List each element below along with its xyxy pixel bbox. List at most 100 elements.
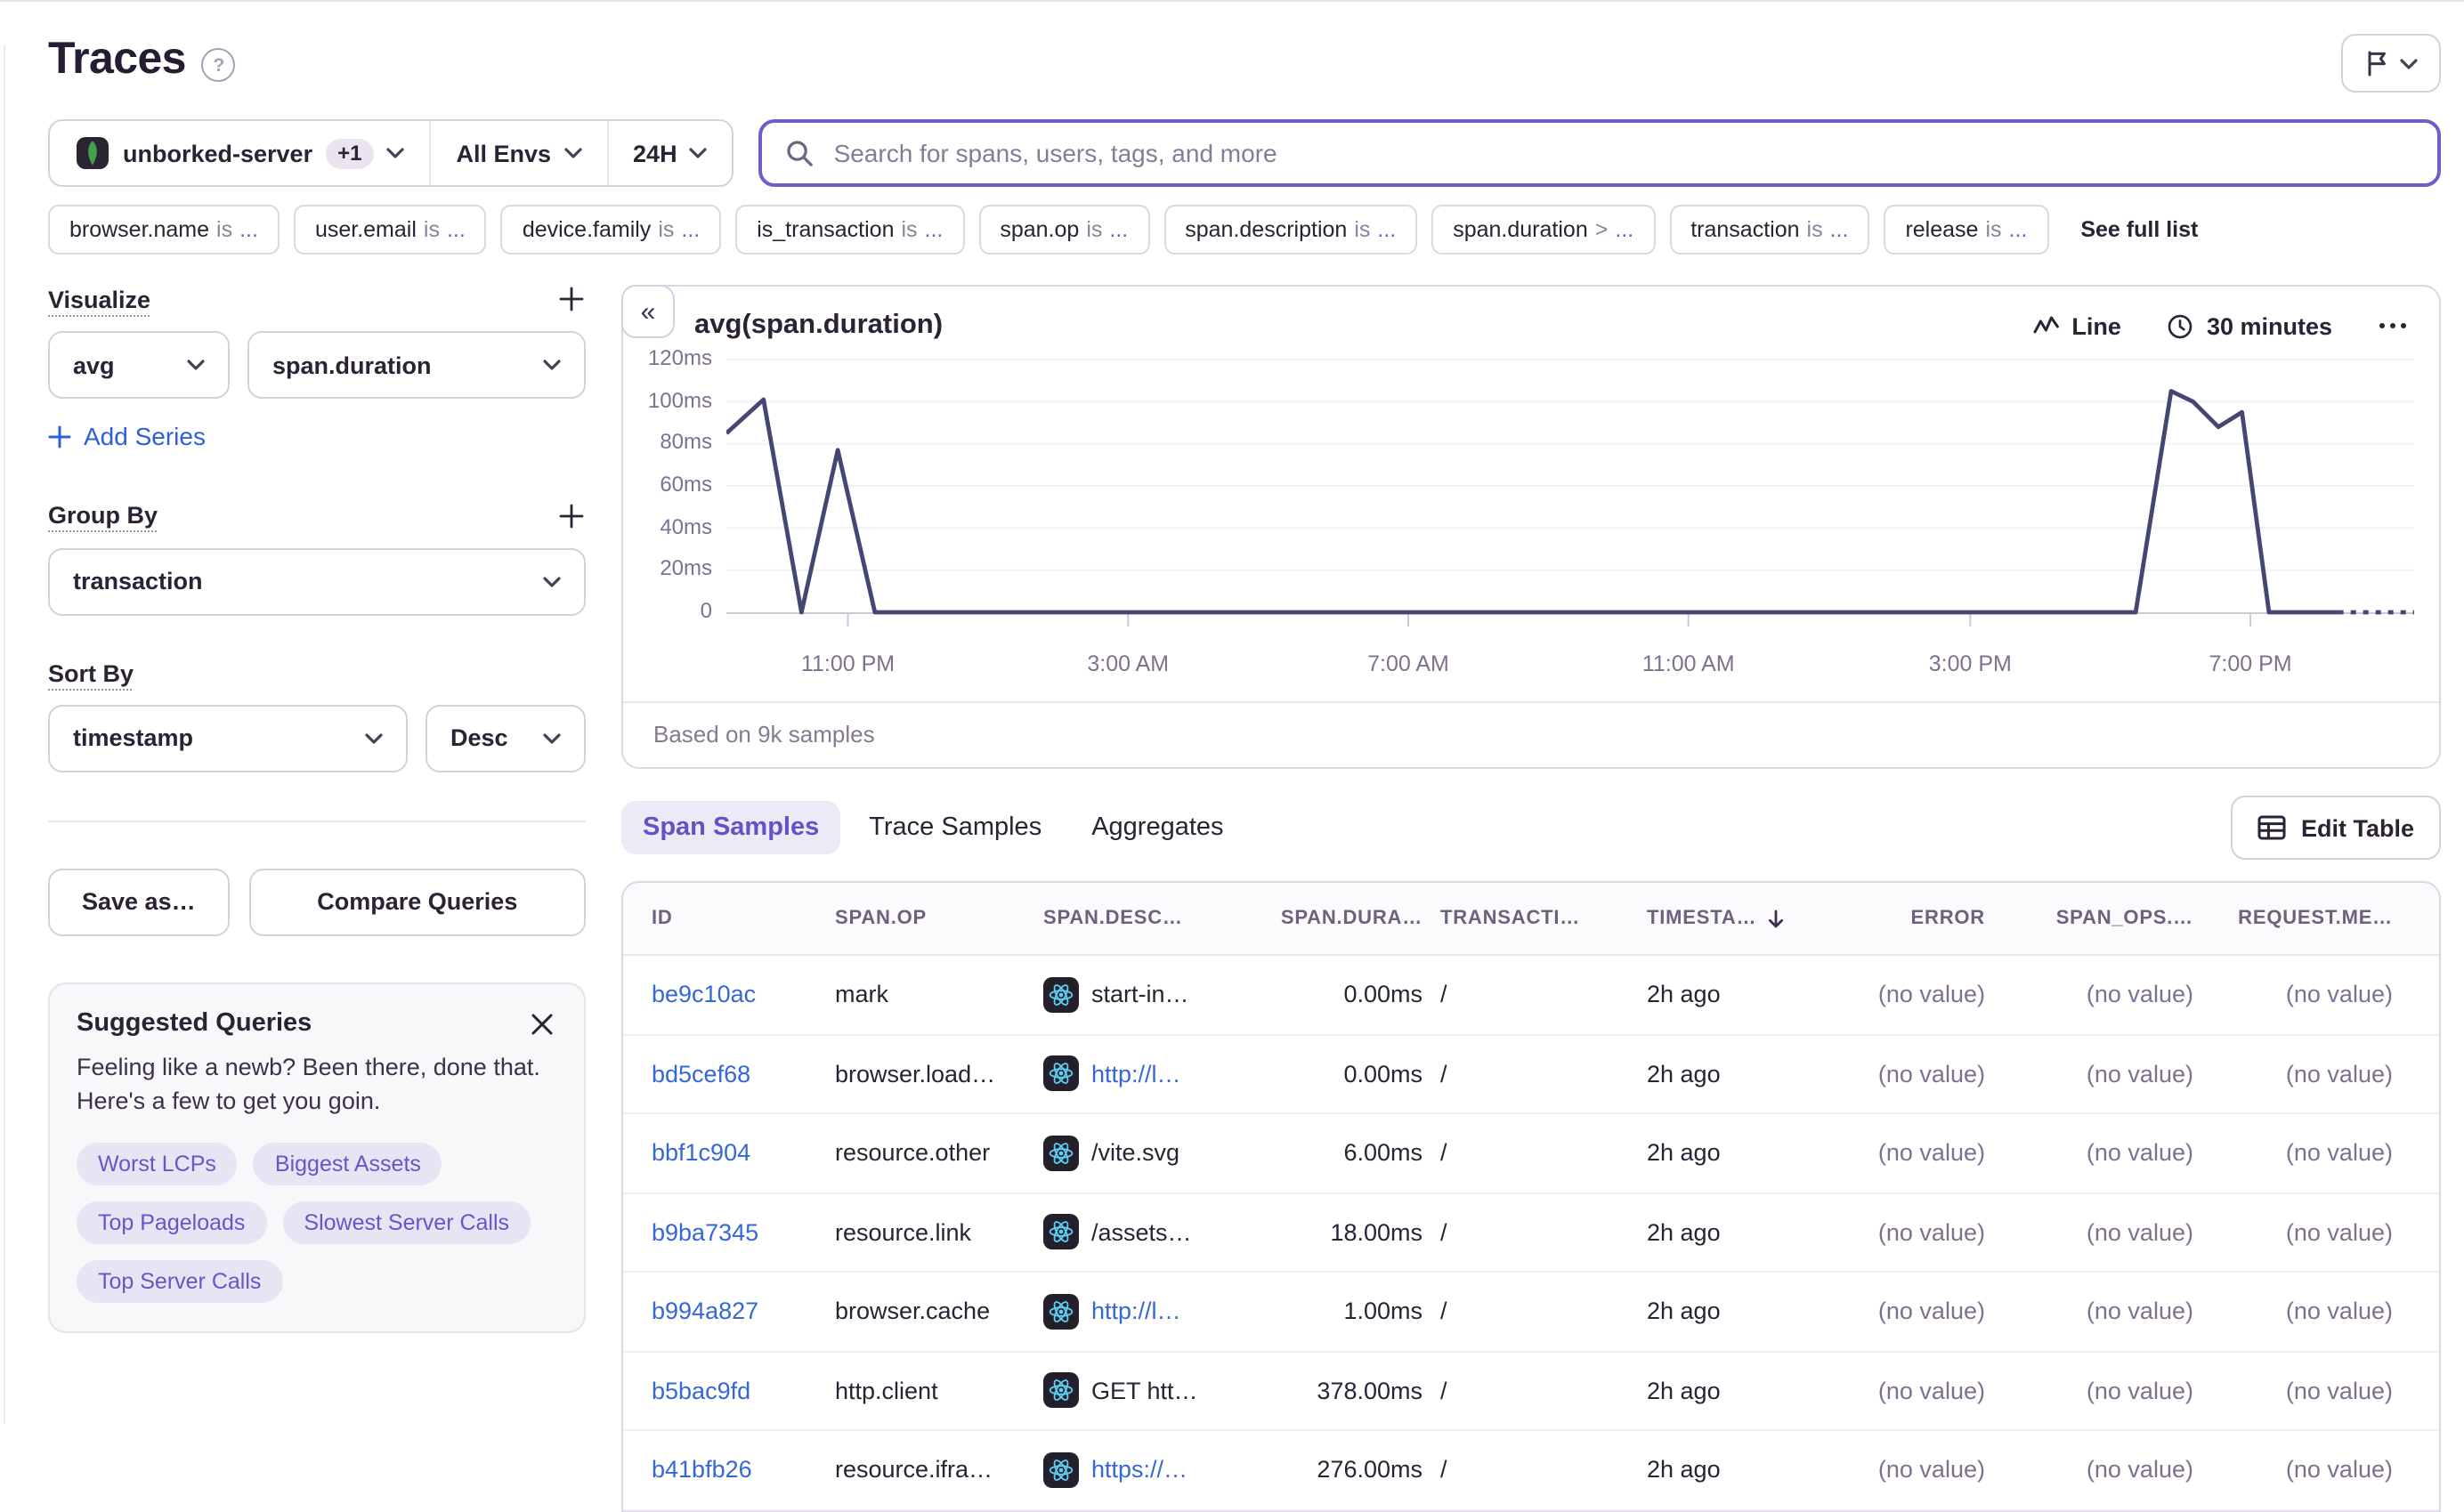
- suggested-query-chip[interactable]: Biggest Assets: [254, 1142, 442, 1185]
- span-description-cell: GET htt…: [1043, 1373, 1280, 1409]
- duration-chart-card: « avg(span.duration) Line 30 minutes: [621, 285, 2441, 769]
- span-description[interactable]: http://l…: [1091, 1061, 1181, 1088]
- close-suggested-button[interactable]: [527, 1008, 557, 1039]
- add-visualize-button[interactable]: [557, 285, 586, 313]
- help-icon[interactable]: ?: [202, 48, 236, 82]
- filter-chip[interactable]: span.descriptionis...: [1163, 205, 1417, 255]
- chevron-down-icon: [563, 148, 581, 158]
- span-id-link[interactable]: be9c10ac: [652, 982, 756, 1008]
- timestamp[interactable]: 2h ago: [1647, 1298, 1721, 1325]
- group-by-select[interactable]: transaction: [48, 547, 586, 615]
- table-row: b994a827browser.cache http://l…1.00ms/2h…: [623, 1273, 2439, 1352]
- add-series-button[interactable]: Add Series: [48, 422, 206, 450]
- y-axis-label: 20ms: [660, 556, 712, 581]
- request-method-cell: (no value): [2211, 982, 2411, 1008]
- chart-interval-button[interactable]: 30 minutes: [2168, 312, 2332, 339]
- environment-selector[interactable]: All Envs: [431, 121, 606, 185]
- span-description[interactable]: http://l…: [1091, 1298, 1181, 1325]
- filter-chip-operator: is: [658, 217, 674, 242]
- feature-flag-button[interactable]: [2341, 34, 2441, 93]
- span-id-link[interactable]: b9ba7345: [652, 1219, 758, 1246]
- timestamp[interactable]: 2h ago: [1647, 1140, 1721, 1167]
- filter-chip[interactable]: is_transactionis...: [735, 205, 964, 255]
- y-axis-label: 40ms: [660, 513, 712, 538]
- column-header-request-me-[interactable]: REQUEST.ME…: [2211, 908, 2411, 929]
- span-description[interactable]: https://…: [1091, 1457, 1187, 1484]
- column-header-timesta-[interactable]: TIMESTA…: [1647, 907, 1839, 930]
- project-icon: [75, 135, 110, 171]
- chart-plot-area[interactable]: 11:00 PM3:00 AM7:00 AM11:00 AM3:00 PM7:0…: [726, 345, 2414, 701]
- suggested-query-chip[interactable]: Worst LCPs: [77, 1142, 238, 1185]
- sort-direction-select[interactable]: Desc: [426, 704, 586, 772]
- tab-trace-samples[interactable]: Trace Samples: [847, 801, 1063, 854]
- column-header-transacti-[interactable]: TRANSACTI…: [1440, 908, 1647, 929]
- timestamp-cell: 2h ago: [1647, 982, 1839, 1008]
- span-id-link[interactable]: b41bfb26: [652, 1457, 752, 1484]
- filter-chip[interactable]: span.duration>...: [1431, 205, 1655, 255]
- sort-field-select[interactable]: timestamp: [48, 704, 408, 772]
- compare-queries-button[interactable]: Compare Queries: [249, 868, 586, 935]
- collapse-sidebar-button[interactable]: «: [621, 285, 675, 338]
- column-header-span-dura-[interactable]: SPAN.DURA…: [1280, 908, 1440, 929]
- filter-chip[interactable]: user.emailis...: [294, 205, 487, 255]
- span-description-cell: /assets…: [1043, 1215, 1280, 1250]
- transaction-cell: /: [1440, 1457, 1647, 1484]
- chart-more-options-button[interactable]: [2379, 322, 2407, 329]
- see-full-list-button[interactable]: See full list: [2063, 217, 2216, 242]
- suggested-queries-card: Suggested Queries Feeling like a newb? B…: [48, 982, 586, 1332]
- tab-span-samples[interactable]: Span Samples: [621, 801, 840, 854]
- close-icon: [531, 1012, 554, 1035]
- filter-chip-value: ...: [925, 217, 944, 242]
- span-id-link[interactable]: bd5cef68: [652, 1061, 750, 1088]
- edit-table-button[interactable]: Edit Table: [2232, 796, 2441, 860]
- save-as-button[interactable]: Save as…: [48, 868, 230, 935]
- y-axis-label: 120ms: [648, 345, 712, 370]
- filter-chip-operator: >: [1595, 217, 1609, 242]
- filter-chip-key: release: [1905, 217, 1978, 242]
- x-axis-label: 3:00 PM: [1929, 651, 2012, 676]
- span-duration-cell: 0.00ms: [1280, 982, 1440, 1008]
- column-header-id[interactable]: ID: [652, 908, 835, 929]
- suggested-query-chip[interactable]: Top Pageloads: [77, 1201, 266, 1243]
- project-selector[interactable]: unborked-server +1: [50, 121, 429, 185]
- timestamp[interactable]: 2h ago: [1647, 982, 1721, 1008]
- column-header-span-ops-[interactable]: SPAN_OPS.…: [2003, 908, 2211, 929]
- timestamp[interactable]: 2h ago: [1647, 1457, 1721, 1484]
- filter-chip-key: user.email: [315, 217, 417, 242]
- column-header-span-desc-[interactable]: SPAN.DESC…: [1043, 908, 1280, 929]
- span-id-link[interactable]: bbf1c904: [652, 1140, 750, 1167]
- timestamp[interactable]: 2h ago: [1647, 1219, 1721, 1246]
- field-select[interactable]: span.duration: [247, 331, 586, 399]
- suggested-query-chip[interactable]: Slowest Server Calls: [282, 1201, 531, 1243]
- span-description-cell: https://…: [1043, 1452, 1280, 1488]
- column-header-error[interactable]: ERROR: [1839, 908, 2003, 929]
- time-range-selector[interactable]: 24H: [608, 121, 733, 185]
- filter-chip[interactable]: span.opis...: [978, 205, 1149, 255]
- span-id-link[interactable]: b994a827: [652, 1298, 758, 1325]
- filter-chip[interactable]: transactionis...: [1669, 205, 1869, 255]
- sort-by-heading: Sort By: [48, 659, 134, 686]
- search-bar[interactable]: [759, 119, 2441, 187]
- timestamp[interactable]: 2h ago: [1647, 1061, 1721, 1088]
- span-id-link[interactable]: b5bac9fd: [652, 1378, 750, 1404]
- filter-chip[interactable]: browser.nameis...: [48, 205, 280, 255]
- table-icon: [2258, 815, 2287, 840]
- search-icon: [786, 139, 815, 167]
- samples-tabs: Span SamplesTrace SamplesAggregates: [621, 801, 1245, 854]
- filter-chip[interactable]: device.familyis...: [501, 205, 721, 255]
- span-duration-cell: 276.00ms: [1280, 1457, 1440, 1484]
- filter-chip[interactable]: releaseis...: [1884, 205, 2048, 255]
- tab-aggregates[interactable]: Aggregates: [1070, 801, 1244, 854]
- timestamp-cell: 2h ago: [1647, 1298, 1839, 1325]
- aggregate-select[interactable]: avg: [48, 331, 230, 399]
- column-header-span-op[interactable]: SPAN.OP: [835, 908, 1043, 929]
- filter-chip-key: span.op: [1000, 217, 1079, 242]
- search-input[interactable]: [831, 137, 2414, 169]
- span-ops-cell: (no value): [2003, 982, 2211, 1008]
- suggested-query-chip[interactable]: Top Server Calls: [77, 1259, 282, 1302]
- timestamp[interactable]: 2h ago: [1647, 1378, 1721, 1404]
- y-axis-label: 0: [701, 598, 712, 623]
- table-row: be9c10acmark start-in…0.00ms/2h ago(no v…: [623, 956, 2439, 1035]
- add-group-by-button[interactable]: [557, 501, 586, 530]
- chart-type-button[interactable]: Line: [2032, 312, 2121, 339]
